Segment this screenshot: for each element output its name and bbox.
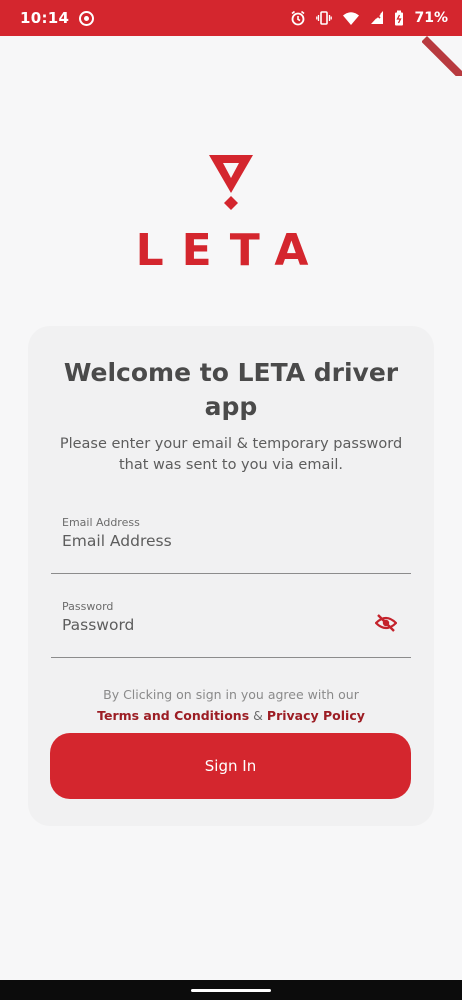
wifi-icon — [343, 12, 360, 25]
brand-name: LETA — [135, 225, 327, 276]
vibrate-icon — [316, 11, 333, 25]
brand-logo: LETA — [0, 155, 462, 276]
status-icons: 71% — [290, 10, 448, 26]
system-nav-bar — [0, 980, 462, 1000]
vpn-icon — [79, 10, 95, 26]
battery-percent: 71% — [414, 10, 448, 26]
terms-separator: & — [253, 708, 263, 723]
email-field[interactable]: Email Address Email Address — [51, 516, 411, 574]
battery-icon — [395, 10, 404, 26]
debug-banner — [422, 36, 462, 76]
eye-off-icon[interactable] — [375, 614, 397, 632]
password-field[interactable]: Password Password — [51, 600, 411, 658]
alarm-icon — [291, 10, 305, 26]
login-card: Welcome to LETA driver app Please enter … — [28, 326, 434, 826]
signal-icon — [371, 11, 384, 24]
terms-link[interactable]: Terms and Conditions — [97, 708, 249, 723]
email-field-label: Email Address — [62, 516, 140, 529]
password-input[interactable]: Password — [62, 616, 134, 634]
home-handle[interactable] — [191, 989, 271, 992]
password-field-label: Password — [62, 600, 114, 613]
email-input[interactable]: Email Address — [62, 532, 172, 550]
sign-in-button[interactable]: Sign In — [50, 733, 411, 799]
status-bar: 10:14 71% — [0, 0, 462, 36]
page-subtitle: Please enter your email & temporary pass… — [59, 436, 403, 473]
status-time: 10:14 — [20, 9, 70, 27]
logo-wordmark: LETA — [136, 225, 327, 276]
terms-prefix: By Clicking on sign in you agree with ou… — [103, 687, 359, 702]
terms-notice: By Clicking on sign in you agree with ou… — [48, 684, 414, 726]
privacy-link[interactable]: Privacy Policy — [267, 708, 365, 723]
page-title: Welcome to LETA driver app — [63, 358, 399, 421]
logo-mark-icon — [209, 155, 253, 210]
